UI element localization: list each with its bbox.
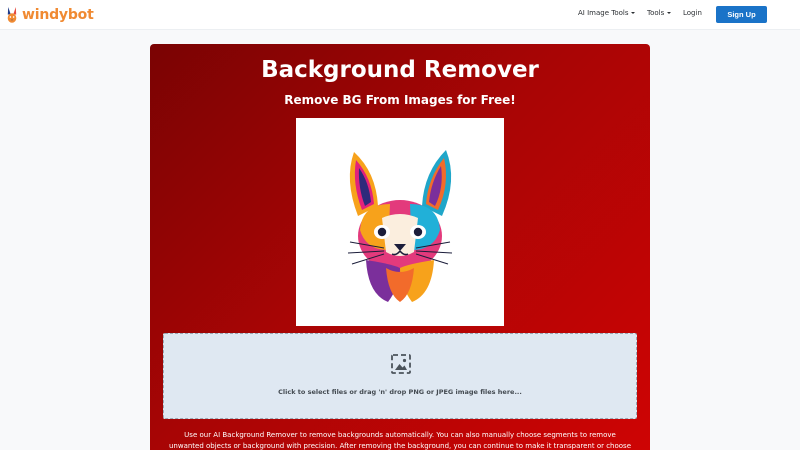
chevron-down-icon — [667, 12, 672, 14]
chevron-down-icon — [631, 12, 636, 14]
page-subtitle: Remove BG From Images for Free! — [284, 93, 516, 107]
brand-logo[interactable]: windybot — [5, 5, 94, 25]
nav-login[interactable]: Login — [683, 9, 702, 17]
nav-tools[interactable]: Tools — [647, 9, 672, 17]
sample-image-preview — [296, 118, 504, 326]
nav-ai-image-tools-label: AI Image Tools — [578, 9, 629, 17]
nav-login-label: Login — [683, 9, 702, 17]
background-remover-panel: Background Remover Remove BG From Images… — [150, 44, 650, 450]
brand-name: windybot — [22, 7, 94, 23]
dropzone-instructions: Click to select files or drag 'n' drop P… — [278, 388, 522, 396]
nav-tools-label: Tools — [647, 9, 665, 17]
page-title: Background Remover — [261, 57, 539, 83]
rabbit-illustration-icon — [347, 150, 453, 302]
feature-description: Use our AI Background Remover to remove … — [168, 431, 632, 450]
top-navbar: windybot AI Image Tools Tools Login Sign… — [0, 0, 800, 30]
rabbit-logo-icon — [7, 7, 17, 23]
file-dropzone[interactable]: Click to select files or drag 'n' drop P… — [163, 333, 637, 419]
image-icon — [391, 354, 411, 374]
signup-button[interactable]: Sign Up — [716, 6, 767, 23]
nav-ai-image-tools[interactable]: AI Image Tools — [578, 9, 636, 17]
